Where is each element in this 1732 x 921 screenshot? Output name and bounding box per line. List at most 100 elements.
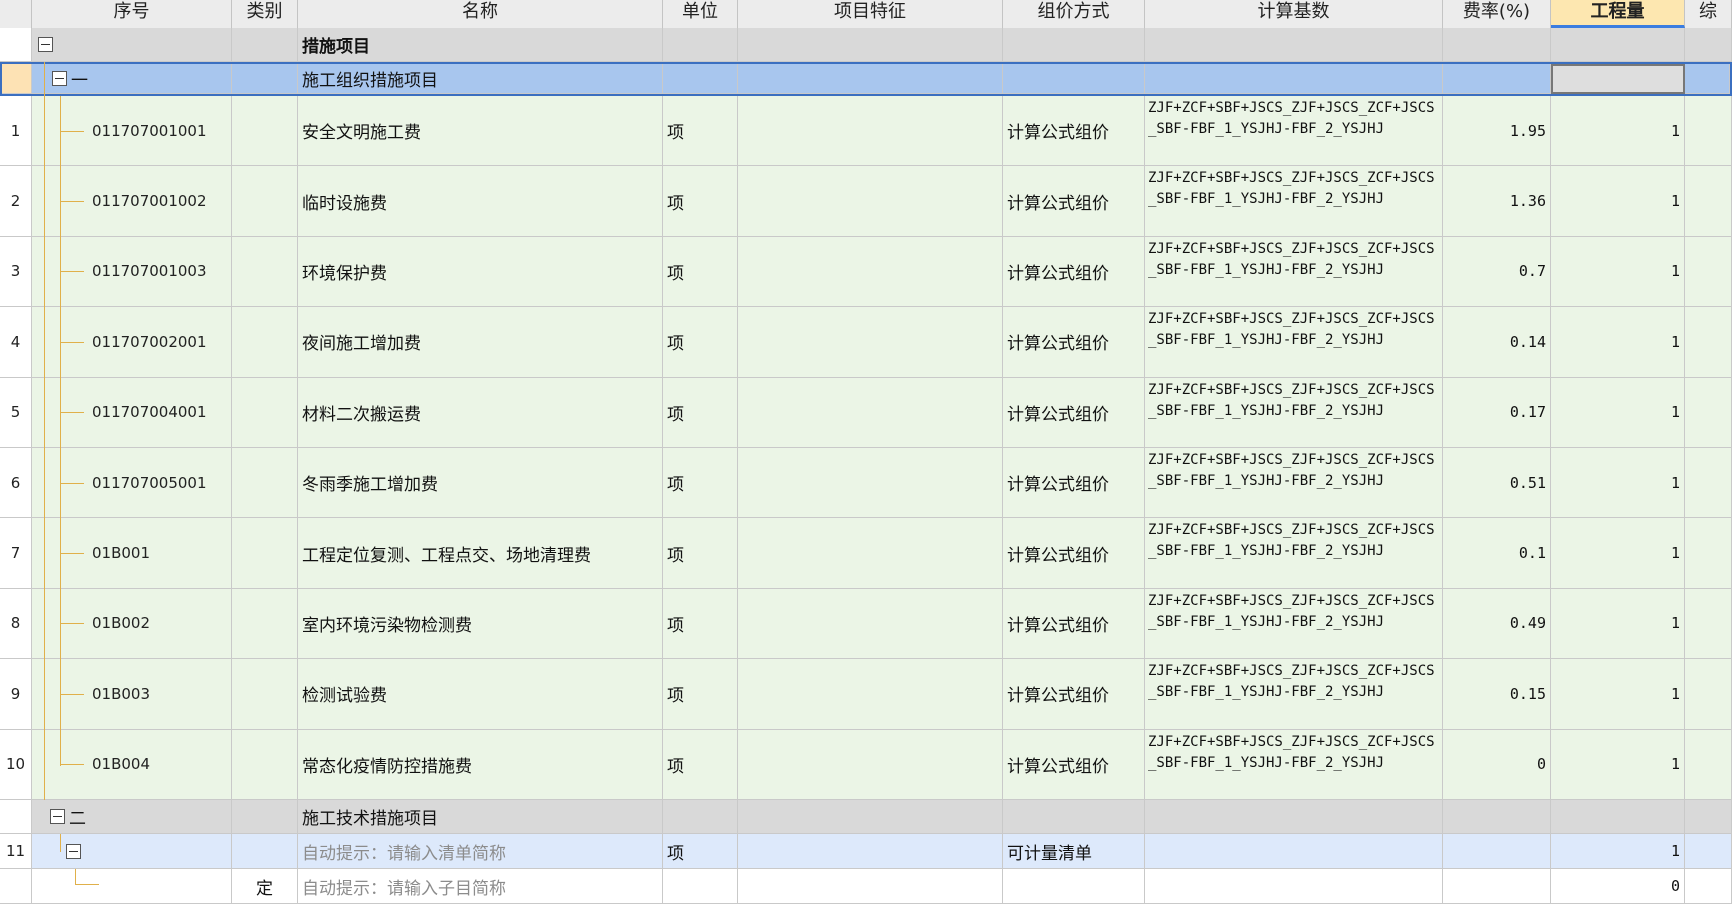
- rate-cell[interactable]: 1.36: [1443, 166, 1551, 237]
- qty-cell[interactable]: 1: [1551, 729, 1685, 800]
- header-unit[interactable]: 单位: [663, 0, 738, 28]
- feature-cell[interactable]: [738, 869, 1003, 904]
- calc-base-cell[interactable]: ZJF+ZCF+SBF+JSCS_ZJF+JSCS_ZCF+JSCS_SBF-F…: [1145, 729, 1443, 800]
- name-cell[interactable]: 施工技术措施项目: [298, 800, 663, 834]
- qty-cell[interactable]: [1551, 64, 1685, 94]
- rate-cell[interactable]: 0.17: [1443, 377, 1551, 448]
- base-cell[interactable]: [1145, 869, 1443, 904]
- method-cell[interactable]: 计算公式组价: [1003, 166, 1145, 237]
- feature-cell[interactable]: [738, 659, 1003, 730]
- code-cell[interactable]: 011707001001: [32, 96, 232, 167]
- name-cell[interactable]: 室内环境污染物检测费: [298, 588, 663, 660]
- category-cell[interactable]: 定: [232, 869, 298, 904]
- name-cell[interactable]: 材料二次搬运费: [298, 377, 663, 448]
- table-row[interactable]: 5 011707004001 材料二次搬运费项 计算公式组价 ZJF+ZCF+SBF+J…: [0, 377, 1732, 448]
- table-row[interactable]: 3 011707001003 环境保护费项 计算公式组价 ZJF+ZCF+SBF+JSC…: [0, 236, 1732, 308]
- qty-cell[interactable]: 1: [1551, 166, 1685, 237]
- name-cell[interactable]: 环境保护费: [298, 236, 663, 308]
- header-category[interactable]: 类别: [232, 0, 298, 28]
- category-cell[interactable]: [232, 307, 298, 378]
- name-cell[interactable]: 安全文明施工费: [298, 96, 663, 167]
- method-cell[interactable]: 计算公式组价: [1003, 96, 1145, 167]
- group-row-organization[interactable]: 一 施工组织措施项目: [0, 62, 1732, 96]
- table-row[interactable]: 2 011707001002 临时设施费项 计算公式组价 ZJF+ZCF+SBF+JSC…: [0, 166, 1732, 237]
- method-cell[interactable]: 计算公式组价: [1003, 518, 1145, 589]
- qty-cell[interactable]: 1: [1551, 307, 1685, 378]
- category-cell[interactable]: [232, 659, 298, 730]
- qty-cell[interactable]: 1: [1551, 659, 1685, 730]
- method-cell[interactable]: 计算公式组价: [1003, 448, 1145, 519]
- method-cell[interactable]: 计算公式组价: [1003, 588, 1145, 660]
- list-item-row[interactable]: 11 自动提示：请输入清单简称 项 可计量清单 1: [0, 834, 1732, 869]
- root-row[interactable]: 措施项目: [0, 28, 1732, 62]
- unit-cell[interactable]: 项: [663, 729, 738, 800]
- header-name[interactable]: 名称: [298, 0, 663, 28]
- method-cell[interactable]: 计算公式组价: [1003, 307, 1145, 378]
- collapse-icon[interactable]: [38, 37, 53, 52]
- name-input[interactable]: 自动提示：请输入子目简称: [298, 869, 663, 904]
- calc-base-cell[interactable]: ZJF+ZCF+SBF+JSCS_ZJF+JSCS_ZCF+JSCS_SBF-F…: [1145, 96, 1443, 167]
- table-row[interactable]: 6 011707005001 冬雨季施工增加费项 计算公式组价 ZJF+ZCF+SBF+…: [0, 448, 1732, 519]
- rate-cell[interactable]: 1.95: [1443, 96, 1551, 167]
- unit-cell[interactable]: 项: [663, 659, 738, 730]
- category-cell[interactable]: [232, 377, 298, 448]
- calc-base-cell[interactable]: ZJF+ZCF+SBF+JSCS_ZJF+JSCS_ZCF+JSCS_SBF-F…: [1145, 236, 1443, 308]
- unit-cell[interactable]: 项: [663, 377, 738, 448]
- rate-cell[interactable]: 0.7: [1443, 236, 1551, 308]
- calc-base-cell[interactable]: ZJF+ZCF+SBF+JSCS_ZJF+JSCS_ZCF+JSCS_SBF-F…: [1145, 448, 1443, 519]
- unit-cell[interactable]: 项: [663, 307, 738, 378]
- code-cell[interactable]: 011707001002: [32, 166, 232, 237]
- rate-cell[interactable]: 0.15: [1443, 659, 1551, 730]
- qty-cell[interactable]: 1: [1551, 834, 1685, 869]
- name-input[interactable]: 自动提示：请输入清单简称: [298, 834, 663, 869]
- code-cell[interactable]: 01B004: [32, 729, 232, 800]
- method-cell[interactable]: 可计量清单: [1003, 834, 1145, 869]
- method-cell[interactable]: 计算公式组价: [1003, 659, 1145, 730]
- name-cell[interactable]: 临时设施费: [298, 166, 663, 237]
- category-cell[interactable]: [232, 166, 298, 237]
- feature-cell[interactable]: [738, 448, 1003, 519]
- unit-cell[interactable]: 项: [663, 448, 738, 519]
- rate-cell[interactable]: [1443, 834, 1551, 869]
- rate-cell[interactable]: [1443, 869, 1551, 904]
- qty-cell[interactable]: 0: [1551, 869, 1685, 904]
- category-cell[interactable]: [232, 729, 298, 800]
- rate-cell[interactable]: 0.14: [1443, 307, 1551, 378]
- code-cell[interactable]: 011707004001: [32, 377, 232, 448]
- qty-cell[interactable]: 1: [1551, 518, 1685, 589]
- feature-cell[interactable]: [738, 588, 1003, 660]
- calc-base-cell[interactable]: ZJF+ZCF+SBF+JSCS_ZJF+JSCS_ZCF+JSCS_SBF-F…: [1145, 588, 1443, 660]
- feature-cell[interactable]: [738, 236, 1003, 308]
- method-cell[interactable]: 计算公式组价: [1003, 236, 1145, 308]
- method-cell[interactable]: 计算公式组价: [1003, 377, 1145, 448]
- header-calc-base[interactable]: 计算基数: [1145, 0, 1443, 28]
- name-cell[interactable]: 工程定位复测、工程点交、场地清理费: [298, 518, 663, 589]
- collapse-icon[interactable]: [52, 71, 67, 86]
- rate-cell[interactable]: 0.1: [1443, 518, 1551, 589]
- header-feature[interactable]: 项目特征: [738, 0, 1003, 28]
- qty-cell[interactable]: 1: [1551, 96, 1685, 167]
- qty-cell[interactable]: 1: [1551, 236, 1685, 308]
- code-cell[interactable]: 01B002: [32, 588, 232, 660]
- table-row[interactable]: 4 011707002001 夜间施工增加费项 计算公式组价 ZJF+ZCF+SBF+J…: [0, 307, 1732, 378]
- category-cell[interactable]: [232, 236, 298, 308]
- table-row[interactable]: 7 01B001 工程定位复测、工程点交、场地清理费项 计算公式组价 ZJF+ZCF+S…: [0, 518, 1732, 589]
- header-seq[interactable]: 序号: [32, 0, 232, 28]
- unit-cell[interactable]: 项: [663, 236, 738, 308]
- qty-cell[interactable]: 1: [1551, 448, 1685, 519]
- feature-cell[interactable]: [738, 729, 1003, 800]
- name-cell[interactable]: 常态化疫情防控措施费: [298, 729, 663, 800]
- table-row[interactable]: 9 01B003 检测试验费项 计算公式组价 ZJF+ZCF+SBF+JSCS_ZJF+…: [0, 659, 1732, 730]
- name-cell[interactable]: 措施项目: [298, 28, 663, 62]
- base-cell[interactable]: [1145, 834, 1443, 869]
- calc-base-cell[interactable]: ZJF+ZCF+SBF+JSCS_ZJF+JSCS_ZCF+JSCS_SBF-F…: [1145, 307, 1443, 378]
- header-pricing-method[interactable]: 组价方式: [1003, 0, 1145, 28]
- method-cell[interactable]: 计算公式组价: [1003, 729, 1145, 800]
- feature-cell[interactable]: [738, 377, 1003, 448]
- table-row[interactable]: 10 01B004 常态化疫情防控措施费项 计算公式组价 ZJF+ZCF+SBF+JSC…: [0, 729, 1732, 800]
- group-row-technical[interactable]: 二 施工技术措施项目: [0, 800, 1732, 834]
- header-rate[interactable]: 费率(%): [1443, 0, 1551, 28]
- qty-cell[interactable]: 1: [1551, 377, 1685, 448]
- calc-base-cell[interactable]: ZJF+ZCF+SBF+JSCS_ZJF+JSCS_ZCF+JSCS_SBF-F…: [1145, 518, 1443, 589]
- unit-cell[interactable]: 项: [663, 588, 738, 660]
